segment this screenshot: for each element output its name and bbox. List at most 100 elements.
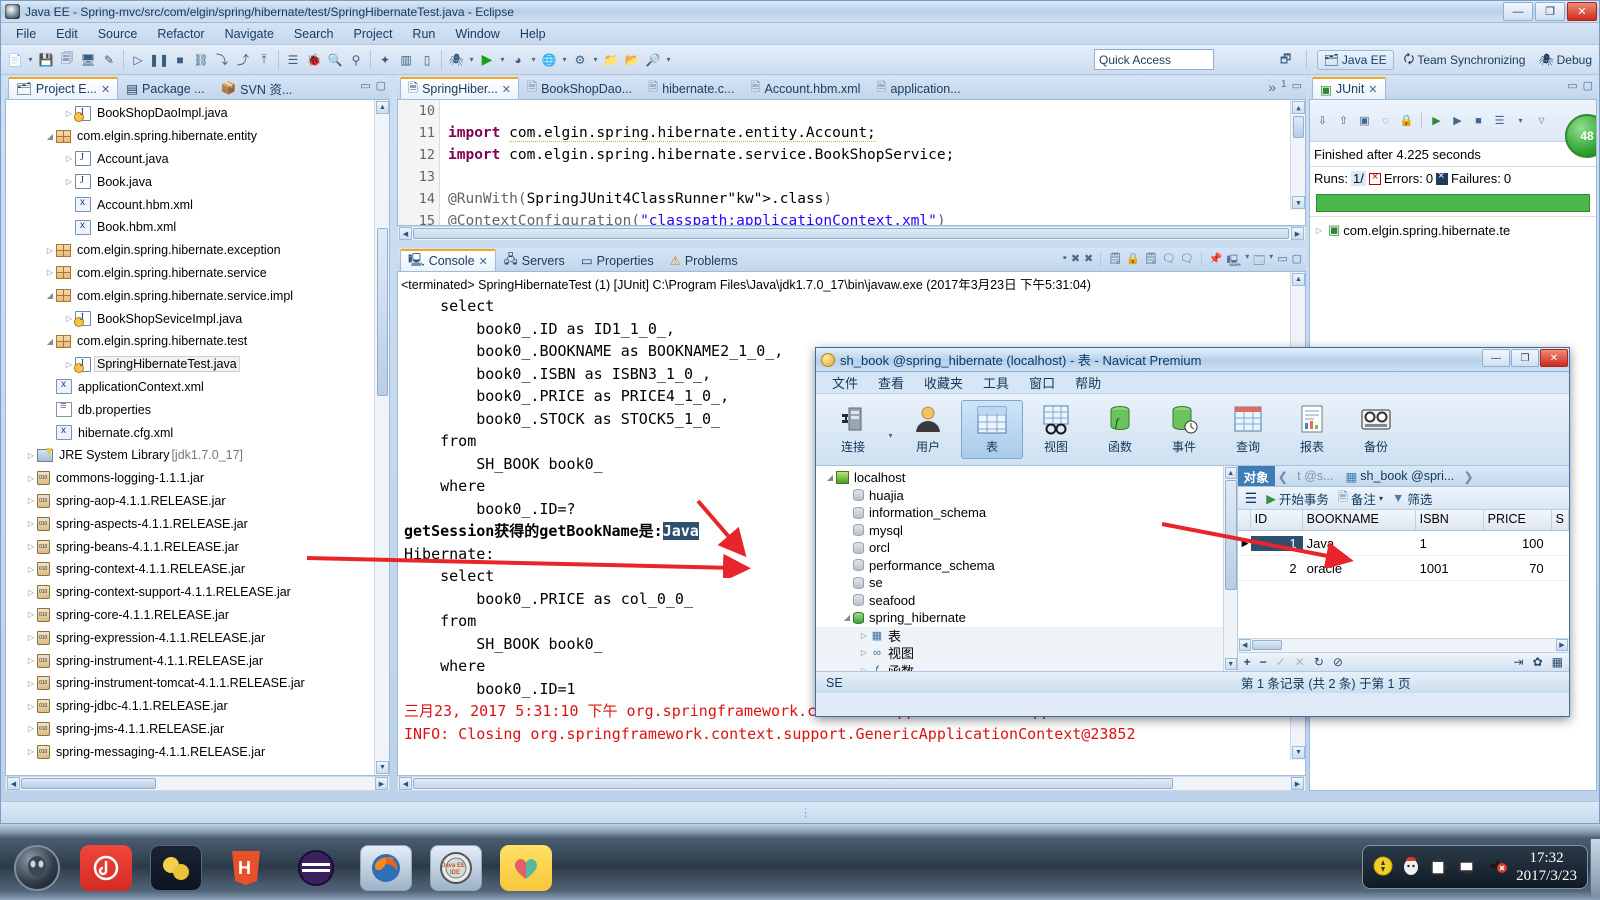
navicat-tree-item[interactable]: seafood: [816, 592, 1237, 610]
navicat-menu-window[interactable]: 窗口: [1021, 372, 1063, 393]
toolbar-report[interactable]: 报表: [1281, 401, 1343, 458]
collapse-arrow-icon[interactable]: ◢: [44, 291, 56, 300]
menu-edit[interactable]: Edit: [47, 25, 87, 43]
tree-item[interactable]: ▷ spring-aspects-4.1.1.RELEASE.jar: [6, 512, 389, 535]
project-explorer-hscrollbar[interactable]: ◀ ▶: [5, 776, 390, 791]
usb-icon[interactable]: [1429, 856, 1449, 879]
network-icon[interactable]: [1458, 856, 1478, 879]
expand-arrow-icon[interactable]: ▷: [25, 747, 37, 756]
scroll-up-icon[interactable]: ▲: [1224, 467, 1237, 479]
table-cell[interactable]: 1001: [1416, 561, 1484, 576]
taskbar-clock[interactable]: 17:32 2017/3/23: [1516, 849, 1577, 885]
navicat-tab-t[interactable]: t @s...: [1291, 466, 1339, 486]
navicat-tree-item[interactable]: ◢ spring_hibernate: [816, 609, 1237, 627]
expand-arrow-icon[interactable]: ▷: [25, 565, 37, 574]
filter-button[interactable]: ▼ 筛选: [1392, 489, 1432, 508]
new-class-icon[interactable]: ▯: [417, 49, 437, 71]
maximize-button[interactable]: ❐: [1535, 2, 1565, 21]
open-task-icon[interactable]: ☰: [283, 49, 303, 71]
navicat-tree-item[interactable]: ▷ƒ 函数: [816, 661, 1237, 671]
connection-dropdown-icon[interactable]: ▾: [886, 431, 895, 440]
close-button[interactable]: ✕: [1540, 349, 1568, 367]
column-header-price[interactable]: PRICE: [1484, 510, 1552, 530]
clear-console-icon[interactable]: 🗒: [1108, 252, 1122, 271]
editor-vscrollbar[interactable]: ▲ ▼: [1290, 100, 1305, 210]
minimize-button[interactable]: —: [1482, 349, 1510, 367]
tree-item[interactable]: hibernate.cfg.xml: [6, 421, 389, 444]
volume-muted-icon[interactable]: [1487, 856, 1508, 879]
expand-arrow-icon[interactable]: ▷: [25, 724, 37, 733]
scroll-lock-icon[interactable]: 🔒: [1126, 252, 1140, 271]
toolbar-backup[interactable]: 备份: [1345, 401, 1407, 458]
tab-package-explorer[interactable]: ▤ Package ...: [118, 77, 212, 99]
pin-console-icon[interactable]: 📌: [1209, 252, 1223, 271]
expand-arrow-icon[interactable]: ▷: [25, 519, 37, 528]
tab-svn[interactable]: 📦 SVN 资...: [213, 77, 301, 99]
tree-item[interactable]: ▷ spring-beans-4.1.1.RELEASE.jar: [6, 535, 389, 558]
maximize-view-icon[interactable]: ▢: [1292, 252, 1302, 271]
expand-arrow-icon[interactable]: ▷: [1313, 226, 1325, 235]
tree-item[interactable]: ▷ spring-jdbc-4.1.1.RELEASE.jar: [6, 695, 389, 718]
table-cell[interactable]: 1: [1416, 536, 1484, 551]
tab-project-explorer[interactable]: 🗂 Project E... ✕: [8, 77, 119, 99]
tree-item[interactable]: ▷ spring-core-4.1.1.RELEASE.jar: [6, 604, 389, 627]
debug-icon[interactable]: 🕷: [446, 49, 466, 71]
menu-file[interactable]: File: [7, 25, 45, 43]
expand-arrow-icon[interactable]: ▷: [858, 666, 870, 671]
toolbar-user[interactable]: 用户: [897, 401, 959, 458]
perspective-debug[interactable]: 🕷 Debug: [1535, 51, 1595, 69]
remove-all-launches-icon[interactable]: ✖: [1084, 252, 1093, 271]
go-to-last-icon[interactable]: ⇥: [1514, 655, 1524, 669]
tab-servers[interactable]: 🖧 Servers: [496, 249, 573, 271]
vscroll-thumb[interactable]: [377, 228, 388, 396]
folder-app-icon[interactable]: [150, 845, 202, 891]
tree-item[interactable]: ▷ com.elgin.spring.hibernate.service: [6, 262, 389, 285]
view-menu-icon[interactable]: ▽: [1532, 112, 1551, 130]
run-coverage-icon[interactable]: ◕: [508, 49, 528, 71]
tab-junit[interactable]: ▣ JUnit ✕: [1312, 77, 1386, 99]
maximize-button[interactable]: ❐: [1511, 349, 1539, 367]
navicat-database-tree[interactable]: ◢ localhost huajia information_schema mysql o…: [816, 466, 1237, 671]
tree-item[interactable]: ▷ spring-instrument-4.1.1.RELEASE.jar: [6, 649, 389, 672]
hscroll-left-icon[interactable]: ◀: [399, 777, 412, 790]
collapse-arrow-icon[interactable]: ◢: [44, 132, 56, 141]
tab-properties[interactable]: ▭ Properties: [573, 249, 662, 271]
terminate-icon[interactable]: ■: [170, 49, 190, 71]
expand-arrow-icon[interactable]: ▷: [44, 268, 56, 277]
column-header-stock[interactable]: S: [1552, 510, 1569, 530]
minimize-view-icon[interactable]: ▭: [360, 79, 370, 92]
expand-arrow-icon[interactable]: ▷: [25, 474, 37, 483]
refresh-icon[interactable]: ↻: [1314, 655, 1324, 669]
scroll-down-icon[interactable]: ▼: [1292, 196, 1305, 209]
minimize-view-icon[interactable]: ▭: [1567, 79, 1577, 92]
external-tools-dropdown-icon[interactable]: ▾: [591, 55, 600, 64]
column-header-id[interactable]: ID: [1251, 510, 1303, 530]
expand-arrow-icon[interactable]: ▷: [25, 451, 37, 460]
close-icon[interactable]: ✕: [101, 83, 110, 96]
firefox-icon[interactable]: [360, 845, 412, 891]
run-dropdown-icon[interactable]: ▾: [498, 55, 507, 64]
column-header-isbn[interactable]: ISBN: [1416, 510, 1484, 530]
toolbar-event[interactable]: 事件: [1153, 401, 1215, 458]
table-cell[interactable]: Java: [1303, 536, 1416, 551]
debug-dropdown-icon[interactable]: ▾: [467, 55, 476, 64]
external-tools-icon[interactable]: ⚙: [570, 49, 590, 71]
new-xml-icon[interactable]: 📁: [601, 49, 621, 71]
tree-item[interactable]: ▷ Account.java: [6, 148, 389, 171]
tree-item[interactable]: ▷ spring-messaging-4.1.1.RELEASE.jar: [6, 740, 389, 763]
new-wizard-icon[interactable]: 📄: [5, 49, 25, 71]
tree-item[interactable]: Account.hbm.xml: [6, 193, 389, 216]
expand-arrow-icon[interactable]: ▷: [25, 610, 37, 619]
navicat-menu-tools[interactable]: 工具: [975, 372, 1017, 393]
note-dropdown-icon[interactable]: ▾: [1379, 494, 1383, 503]
expand-arrow-icon[interactable]: ▷: [25, 542, 37, 551]
terminate-icon[interactable]: ▪: [1063, 252, 1067, 271]
scroll-up-icon[interactable]: ▲: [1292, 101, 1305, 114]
tree-item[interactable]: ▷ commons-logging-1.1.1.jar: [6, 467, 389, 490]
navicat-tree-item[interactable]: huajia: [816, 487, 1237, 505]
navicat-tree-item[interactable]: ▷ ∞ 视图: [816, 644, 1237, 662]
tree-item[interactable]: Book.hbm.xml: [6, 216, 389, 239]
maximize-view-icon[interactable]: ▭: [1292, 79, 1302, 95]
navicat-menu-file[interactable]: 文件: [824, 372, 866, 393]
close-icon[interactable]: ✕: [479, 255, 488, 268]
